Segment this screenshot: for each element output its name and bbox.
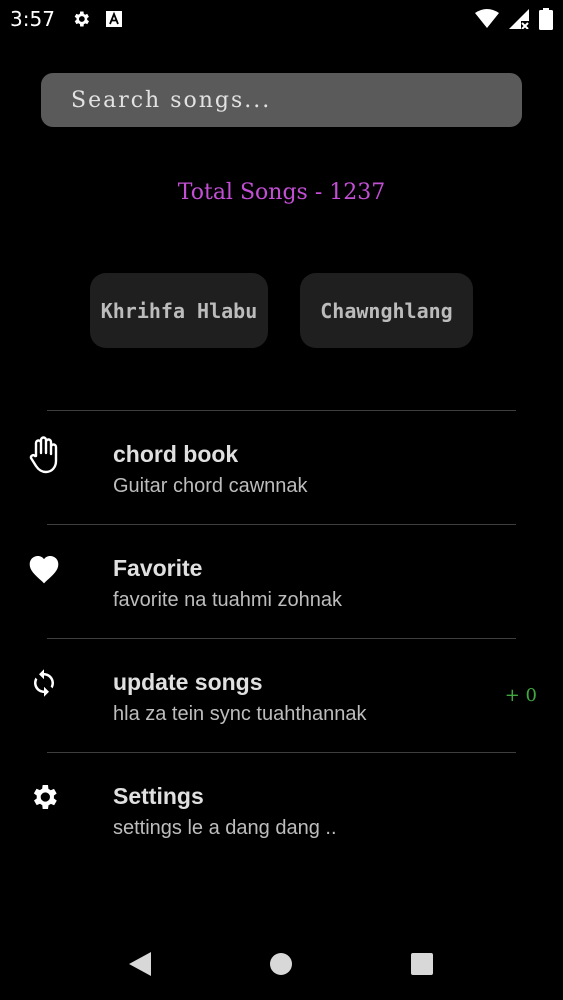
- status-bar: 3:57: [0, 0, 563, 38]
- status-time: 3:57: [10, 7, 55, 31]
- search-input[interactable]: [71, 73, 522, 127]
- menu-item-settings[interactable]: Settings settings le a dang dang ..: [0, 753, 563, 867]
- hand-icon: [26, 436, 62, 474]
- total-songs-label: Total Songs - 1237: [177, 180, 386, 205]
- wifi-icon: [475, 9, 499, 34]
- home-icon[interactable]: [266, 949, 296, 979]
- menu-item-subtitle: hla za tein sync tuahthannak: [113, 703, 367, 725]
- menu-item-subtitle: settings le a dang dang ..: [113, 817, 337, 839]
- app-screen: 3:57 Total Songs - 1237 Khrihfa Hlabu Ch…: [0, 0, 563, 1000]
- khrihfa-hlabu-button[interactable]: Khrihfa Hlabu: [90, 273, 268, 348]
- menu-item-title: Favorite: [113, 555, 203, 581]
- signal-no-data-icon: [509, 9, 529, 34]
- menu-item-favorite[interactable]: Favorite favorite na tuahmi zohnak: [0, 525, 563, 639]
- battery-icon: [539, 8, 553, 35]
- back-icon[interactable]: [125, 949, 155, 979]
- a-font-icon: [105, 10, 123, 28]
- menu-item-title: chord book: [113, 441, 239, 467]
- menu-item-subtitle: favorite na tuahmi zohnak: [113, 589, 343, 611]
- update-count-badge: + 0: [504, 685, 537, 706]
- search-box[interactable]: [41, 73, 522, 127]
- sync-icon: [26, 665, 62, 701]
- menu-item-title: update songs: [113, 669, 263, 695]
- menu-item-update-songs[interactable]: update songs hla za tein sync tuahthanna…: [0, 639, 563, 753]
- system-nav-bar: [0, 925, 563, 1000]
- recents-icon[interactable]: [407, 949, 437, 979]
- gear-icon: [26, 779, 62, 815]
- menu-item-subtitle: Guitar chord cawnnak: [113, 475, 308, 497]
- menu-item-title: Settings: [113, 783, 204, 809]
- status-right-icons: [475, 8, 553, 35]
- heart-icon: [26, 551, 62, 587]
- gear-icon: [71, 9, 91, 29]
- chawnghlang-button[interactable]: Chawnghlang: [300, 273, 473, 348]
- menu-item-chord-book[interactable]: chord book Guitar chord cawnnak: [0, 411, 563, 525]
